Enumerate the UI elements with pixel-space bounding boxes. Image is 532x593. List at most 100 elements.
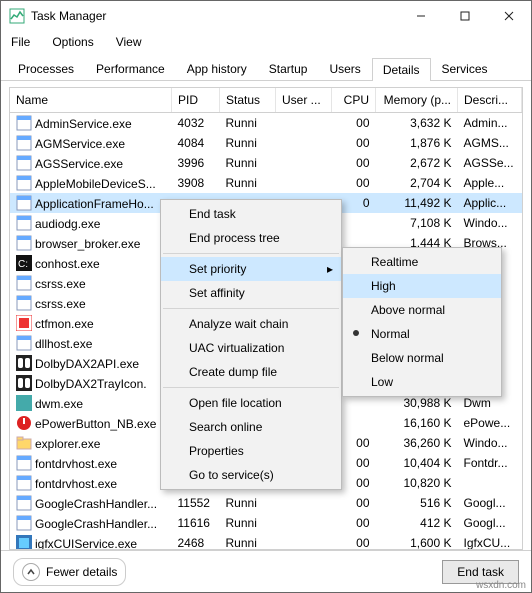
col-status[interactable]: Status [220,88,276,113]
menu-view[interactable]: View [112,33,146,51]
ctx-dump[interactable]: Create dump file [161,360,341,384]
table-row[interactable]: igfxCUIService.exe2468Runni001,600 KIgfx… [10,533,522,550]
cell-memory: 10,820 K [376,473,458,493]
cell-user [276,533,332,550]
cell-memory: 412 K [376,513,458,533]
table-row[interactable]: GoogleCrashHandler...11616Runni00412 KGo… [10,513,522,533]
process-icon [16,495,32,511]
col-cpu[interactable]: CPU [332,88,376,113]
taskmgr-icon [9,8,25,24]
ctx-set-affinity[interactable]: Set affinity [161,281,341,305]
table-row[interactable]: AppleMobileDeviceS...3908Runni002,704 KA… [10,173,522,193]
prio-high[interactable]: High [343,274,501,298]
cell-cpu: 00 [332,493,376,513]
cell-desc: Applic... [458,193,522,213]
table-row[interactable]: AdminService.exe4032Runni003,632 KAdmin.… [10,113,522,134]
tab-services[interactable]: Services [431,57,499,80]
tab-processes[interactable]: Processes [7,57,85,80]
process-icon [16,375,32,391]
col-name[interactable]: Name [10,88,172,113]
process-icon [16,155,32,171]
process-icon [16,455,32,471]
window-title: Task Manager [31,9,106,23]
process-icon [16,295,32,311]
col-memory[interactable]: Memory (p... [376,88,458,113]
cell-desc: Apple... [458,173,522,193]
cell-name: AdminService.exe [10,113,172,134]
prio-normal[interactable]: Normal [343,322,501,346]
ctx-go-service[interactable]: Go to service(s) [161,463,341,487]
prio-above[interactable]: Above normal [343,298,501,322]
ctx-end-tree[interactable]: End process tree [161,226,341,250]
ctx-search-online[interactable]: Search online [161,415,341,439]
context-menu: End task End process tree Set priority ▸… [160,199,342,490]
cell-memory: 10,404 K [376,453,458,473]
cell-pid: 3996 [172,153,220,173]
col-pid[interactable]: PID [172,88,220,113]
cell-name: ApplicationFrameHo... [10,193,172,213]
cell-cpu: 00 [332,113,376,134]
cell-name: explorer.exe [10,433,172,453]
ctx-properties[interactable]: Properties [161,439,341,463]
cell-cpu: 00 [332,173,376,193]
process-icon [16,175,32,191]
menu-file[interactable]: File [7,33,34,51]
maximize-button[interactable] [443,1,487,31]
cell-status: Runni [220,173,276,193]
col-user[interactable]: User ... [276,88,332,113]
ctx-end-task[interactable]: End task [161,202,341,226]
watermark: wsxdn.com [476,580,526,591]
prio-realtime[interactable]: Realtime [343,250,501,274]
table-row[interactable]: AGSService.exe3996Runni002,672 KAGSSe... [10,153,522,173]
tab-users[interactable]: Users [318,57,371,80]
ctx-analyze[interactable]: Analyze wait chain [161,312,341,336]
ctx-uac[interactable]: UAC virtualization [161,336,341,360]
cell-name: browser_broker.exe [10,233,172,253]
process-icon [16,195,32,211]
cell-pid: 3908 [172,173,220,193]
separator [163,253,339,254]
process-icon [16,235,32,251]
tab-startup[interactable]: Startup [258,57,319,80]
fewer-details-button[interactable]: Fewer details [13,558,126,586]
prio-normal-label: Normal [371,327,410,341]
menubar: File Options View [1,31,531,53]
menu-options[interactable]: Options [48,33,97,51]
ctx-open-location[interactable]: Open file location [161,391,341,415]
process-icon [16,135,32,151]
process-icon [16,435,32,451]
cell-memory: 7,108 K [376,213,458,233]
tab-apphistory[interactable]: App history [176,57,258,80]
cell-user [276,513,332,533]
cell-memory: 11,492 K [376,193,458,213]
separator [163,308,339,309]
cell-status: Runni [220,153,276,173]
cell-cpu: 00 [332,133,376,153]
prio-below[interactable]: Below normal [343,346,501,370]
cell-desc: AGMS... [458,133,522,153]
process-icon [16,115,32,131]
cell-desc: Admin... [458,113,522,134]
prio-low[interactable]: Low [343,370,501,394]
cell-name: dwm.exe [10,393,172,413]
cell-name: GoogleCrashHandler... [10,493,172,513]
titlebar: Task Manager [1,1,531,31]
ctx-set-priority[interactable]: Set priority ▸ [161,257,341,281]
cell-pid: 11616 [172,513,220,533]
cell-user [276,493,332,513]
process-icon [16,415,32,431]
col-desc[interactable]: Descri... [458,88,522,113]
table-row[interactable]: AGMService.exe4084Runni001,876 KAGMS... [10,133,522,153]
tab-performance[interactable]: Performance [85,57,176,80]
fewer-details-label: Fewer details [46,565,117,579]
tab-details[interactable]: Details [372,58,431,81]
priority-submenu: Realtime High Above normal Normal Below … [342,247,502,397]
minimize-button[interactable] [399,1,443,31]
close-button[interactable] [487,1,531,31]
cell-desc: Windo... [458,433,522,453]
cell-status: Runni [220,493,276,513]
process-icon [16,355,32,371]
cell-pid: 4032 [172,113,220,134]
table-row[interactable]: GoogleCrashHandler...11552Runni00516 KGo… [10,493,522,513]
cell-desc: Googl... [458,493,522,513]
